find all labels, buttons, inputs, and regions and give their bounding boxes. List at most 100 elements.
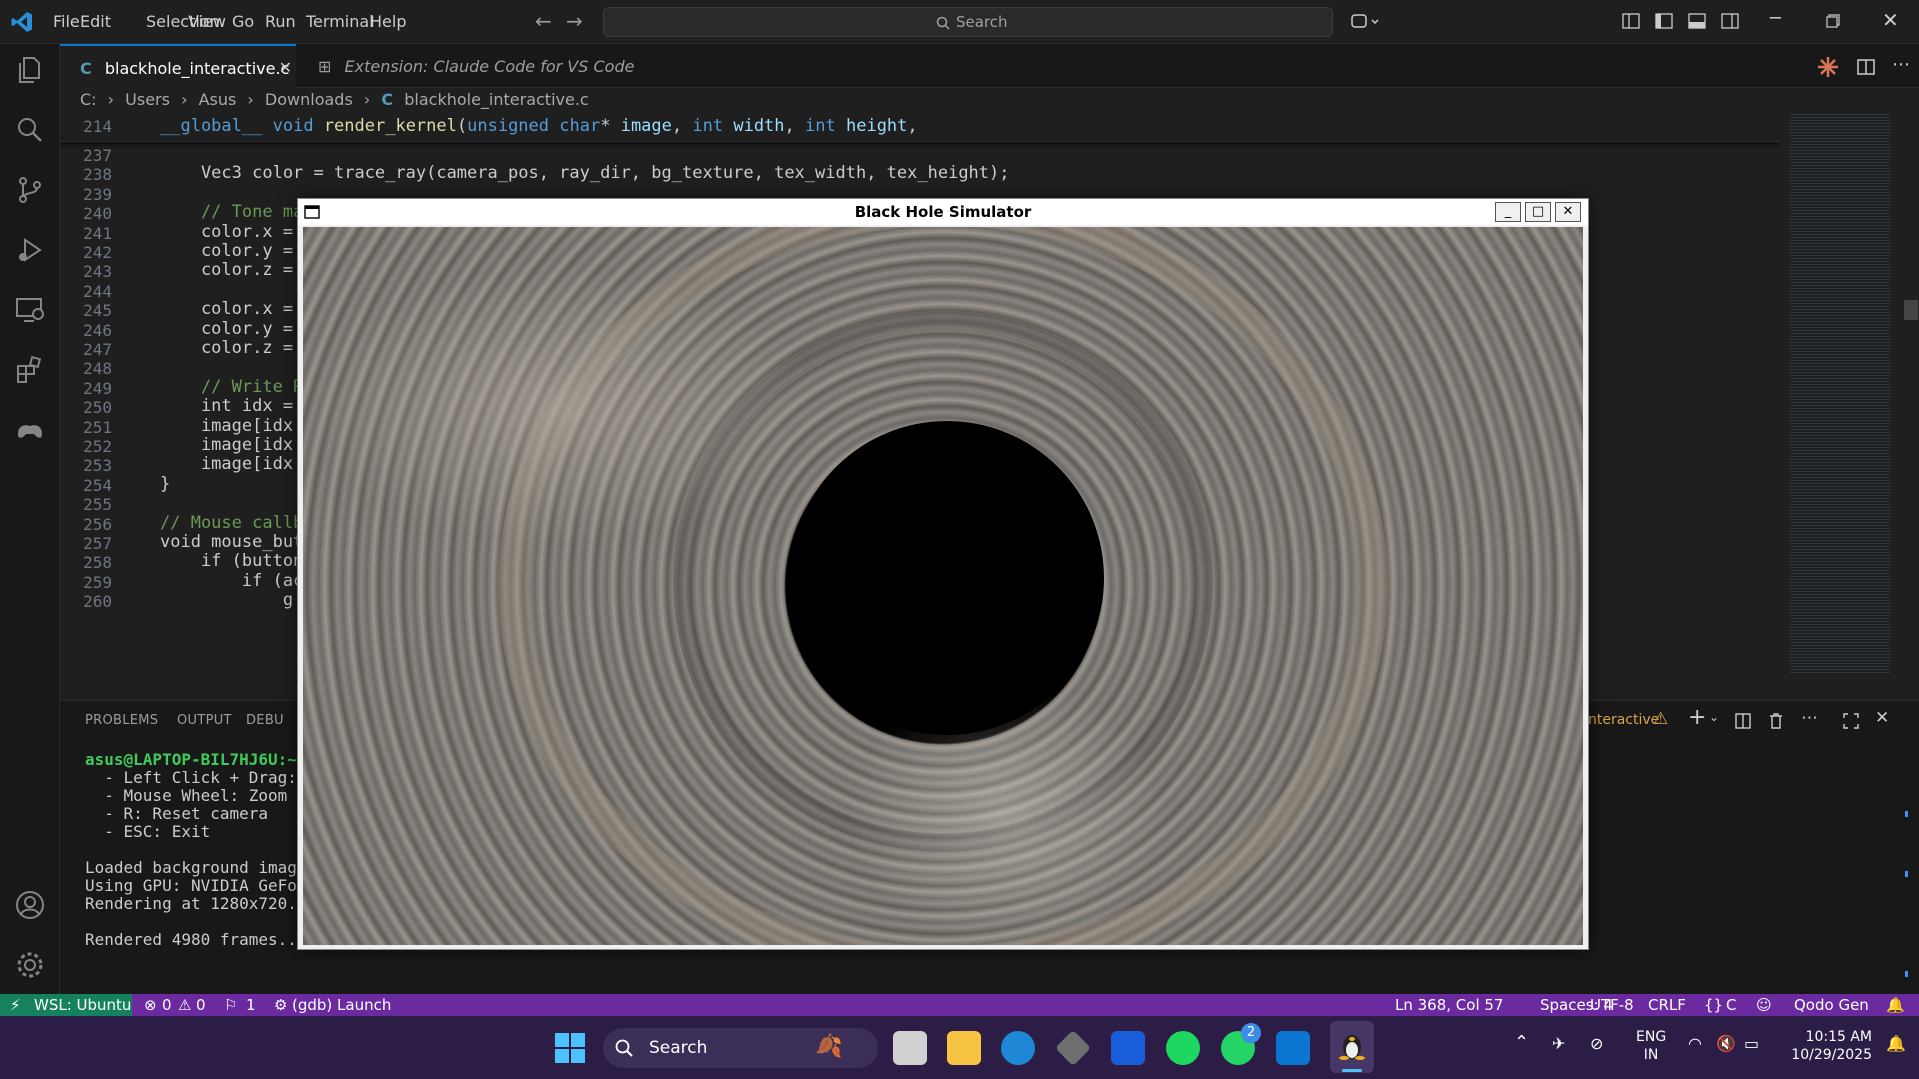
breadcrumb-item[interactable]: Downloads [265,90,353,109]
blackhole-render-canvas[interactable] [303,227,1583,945]
blackhole-simulator-window[interactable]: Black Hole Simulator _ □ ✕ [297,198,1589,950]
breadcrumb-item[interactable]: C: [80,90,97,109]
debug-launch-icon[interactable]: ⚙ [274,996,287,1014]
tab-problems[interactable]: PROBLEMS [85,713,158,728]
explorer-icon[interactable] [14,54,46,86]
ports-icon[interactable]: ⚐ [224,996,237,1014]
bh-close-button[interactable]: ✕ [1555,202,1581,222]
event-horizon [790,421,1104,735]
tab-blackhole-interactive[interactable]: C blackhole_interactive.c ✕ [60,44,296,88]
wifi-icon[interactable]: ◠ [1688,1034,1702,1053]
remote-explorer-icon[interactable] [14,294,46,326]
restore-window-button[interactable] [1826,14,1840,28]
line-number: 242 [83,243,112,262]
app-cube-icon[interactable] [1054,1029,1092,1067]
bh-maximize-button[interactable]: □ [1525,202,1551,222]
warnings-count[interactable]: 0 [196,996,206,1014]
taskbar-search-box[interactable]: Search 🍂 [603,1028,878,1068]
whatsapp-icon[interactable]: 2 [1221,1023,1261,1065]
toggle-panel-icon[interactable] [1688,12,1706,30]
debug-launch-config[interactable]: (gdb) Launch [292,996,391,1014]
customize-layout-icon[interactable] [1622,12,1640,30]
split-terminal-icon[interactable] [1735,713,1751,729]
copilot-icon[interactable] [1350,12,1380,32]
more-panel-actions-icon[interactable]: ⋯ [1801,708,1818,728]
search-sidebar-icon[interactable] [14,114,46,146]
notifications-bell-icon[interactable]: 🔔 [1886,996,1905,1014]
breadcrumb-item[interactable]: Asus [199,90,237,109]
kill-terminal-trash-icon[interactable] [1768,712,1784,730]
remote-indicator[interactable]: ⚡ WSL: Ubuntu [0,994,132,1016]
vscode-taskbar-icon[interactable] [1276,1031,1310,1065]
toggle-secondary-sidebar-icon[interactable] [1721,12,1739,30]
volume-muted-icon[interactable]: 🔇 [1716,1034,1736,1053]
language-mode[interactable]: C [1726,996,1736,1014]
show-hidden-icons-chevron-icon[interactable]: ⌃ [1514,1032,1529,1053]
tab-debug-console[interactable]: DEBU [246,713,284,728]
bh-minimize-button[interactable]: _ [1495,202,1521,222]
breadcrumb-item[interactable]: Users [125,90,170,109]
menu-edit[interactable]: Edit [80,12,111,31]
maximize-panel-icon[interactable] [1843,713,1859,729]
tab-extension-claude-code[interactable]: ⊞ Extension: Claude Code for VS Code [298,44,682,88]
close-panel-icon[interactable]: ✕ [1875,708,1889,728]
tab-label: Extension: Claude Code for VS Code [344,57,635,76]
qodo-gen-status[interactable]: Qodo Gen [1794,996,1869,1014]
app-blue-icon[interactable] [1111,1031,1145,1065]
battery-icon[interactable]: ▭ [1744,1034,1759,1053]
minimap[interactable] [1780,114,1900,700]
clock[interactable]: 10:15 AM 10/29/2025 [1782,1028,1872,1064]
new-terminal-icon[interactable]: + [1688,705,1706,730]
task-view-icon[interactable] [893,1031,927,1065]
vscode-logo-icon[interactable] [10,10,34,34]
errors-count[interactable]: 0 [162,996,172,1014]
minimize-window-button[interactable]: ─ [1770,8,1781,29]
forward-arrow-icon[interactable]: → [566,9,583,33]
bh-window-titlebar[interactable]: Black Hole Simulator _ □ ✕ [298,199,1588,225]
accounts-icon[interactable] [14,889,46,921]
tray-network-off-icon[interactable]: ⊘ [1590,1034,1603,1053]
menu-view[interactable]: View [188,12,226,31]
file-encoding[interactable]: UTF-8 [1590,996,1634,1014]
settings-gear-icon[interactable] [14,949,46,981]
file-explorer-icon[interactable] [947,1031,981,1065]
line-number: 256 [83,514,112,534]
warnings-icon[interactable]: ⚠ [178,996,191,1014]
close-window-button[interactable]: ✕ [1882,8,1899,32]
edge-browser-icon[interactable] [1001,1031,1035,1065]
tab-output[interactable]: OUTPUT [177,713,232,728]
errors-icon[interactable]: ⊗ [144,996,157,1014]
ports-count[interactable]: 1 [246,996,256,1014]
command-center-search[interactable]: Search [603,7,1333,37]
menu-go[interactable]: Go [232,12,254,31]
back-arrow-icon[interactable]: ← [535,9,552,33]
line-endings[interactable]: CRLF [1648,996,1686,1014]
close-tab-icon[interactable]: ✕ [279,58,292,77]
cursor-position[interactable]: Ln 368, Col 57 [1395,996,1503,1014]
chevron-down-icon[interactable]: ⌄ [1709,710,1719,724]
language-indicator[interactable]: ENG IN [1636,1028,1666,1064]
remote-gamepad-icon[interactable] [14,414,46,446]
extensions-icon[interactable] [14,354,46,386]
terminal-instance-label[interactable]: nteractive [1588,712,1659,728]
run-and-debug-icon[interactable] [14,234,46,266]
claude-sparkle-icon[interactable] [1817,56,1839,78]
line-number: 252 [83,437,112,456]
breadcrumb-item[interactable]: blackhole_interactive.c [404,90,588,109]
more-actions-icon[interactable]: ⋯ [1892,54,1910,75]
tray-app-icon[interactable]: ✈ [1552,1034,1565,1053]
menu-terminal[interactable]: Terminal [306,12,374,31]
copilot-status-icon[interactable]: ☺ [1756,996,1772,1014]
menu-file[interactable]: File [53,12,80,31]
sticky-scroll[interactable]: 214 __global__ void render_kernel(unsign… [60,114,1780,142]
source-control-icon[interactable] [14,174,46,206]
split-editor-icon[interactable] [1857,58,1875,76]
menu-run[interactable]: Run [265,12,296,31]
editor-scrollbar[interactable] [1900,114,1919,700]
menu-help[interactable]: Help [370,12,406,31]
notification-center-icon[interactable]: 🔔 [1886,1034,1906,1053]
spotify-icon[interactable] [1166,1031,1200,1065]
toggle-primary-sidebar-icon[interactable] [1655,12,1673,30]
blackhole-app-taskbar[interactable] [1330,1021,1374,1073]
windows-start-icon[interactable] [555,1033,585,1063]
